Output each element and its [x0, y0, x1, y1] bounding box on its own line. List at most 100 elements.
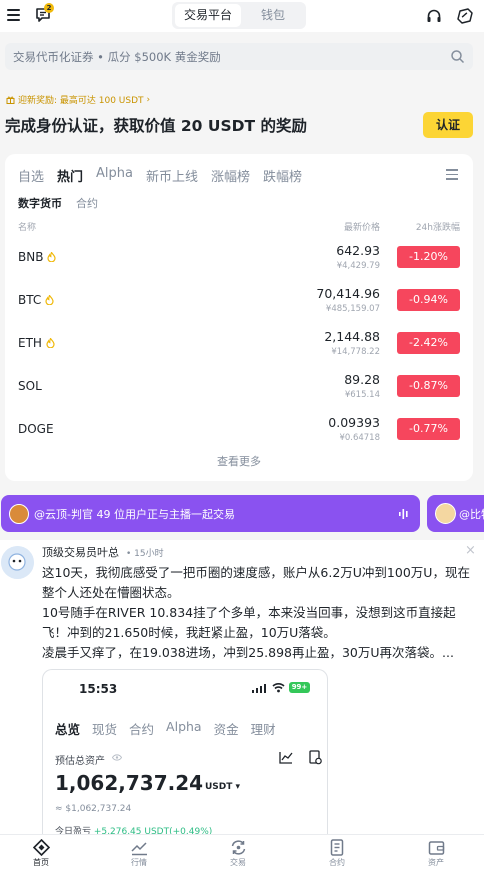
nav-markets[interactable]: 行情 — [119, 839, 159, 868]
welcome-reward-text: 迎新奖励: 最高可达 100 USDT — [18, 96, 144, 106]
market-row[interactable]: BTC 70,414.96 ¥485,159.07 -0.94% — [5, 280, 473, 320]
nav-label: 合约 — [329, 858, 345, 867]
row-price: 89.28 — [344, 372, 380, 387]
futures-icon — [330, 839, 343, 856]
nav-label: 首页 — [33, 858, 49, 867]
row-symbol: DOGE — [18, 422, 54, 436]
live-stream-text: @云顶-判官 49 位用户正与主播一起交易 — [34, 508, 235, 521]
tab-favorites[interactable]: 自选 — [18, 166, 44, 185]
total-assets-value: 1,062,737.24 — [55, 771, 204, 795]
row-symbol: BNB — [18, 250, 44, 264]
hot-flame-icon — [46, 338, 55, 348]
post-body: 这10天，我彻底感受了一把币圈的速度感，账户从6.2万U冲到100万U，现在整个… — [42, 563, 474, 663]
battery-icon: 99+ — [289, 682, 310, 693]
tab-losers[interactable]: 跌幅榜 — [263, 166, 302, 185]
author-avatar[interactable] — [1, 546, 34, 579]
tab-alpha[interactable]: Alpha — [96, 166, 133, 185]
usd-equivalent: ≈ $1,062,737.24 — [55, 804, 132, 814]
row-symbol: ETH — [18, 336, 42, 350]
welcome-reward-link[interactable]: 迎新奖励: 最高可达 100 USDT › — [6, 93, 150, 106]
asset-tab: 资金 — [213, 722, 239, 737]
nav-home[interactable]: 首页 — [21, 839, 61, 868]
tab-gainers[interactable]: 涨幅榜 — [211, 166, 250, 185]
row-fiat-price: ¥615.14 — [344, 390, 380, 400]
top-bar: 2 交易平台 钱包 — [0, 0, 484, 32]
coupon-icon[interactable] — [456, 7, 474, 25]
column-price[interactable]: 最新价格 — [344, 220, 380, 233]
headset-icon[interactable] — [426, 8, 442, 24]
row-change-badge: -1.20% — [397, 246, 460, 268]
kyc-promo-title: 完成身份认证，获取价值 20 USDT 的奖励 — [5, 117, 307, 135]
search-input[interactable] — [13, 43, 443, 70]
market-card: 自选 热门 Alpha 新币上线 涨幅榜 跌幅榜 数字货币 合约 名称 最新价格… — [5, 154, 473, 481]
asset-unit: USDT ▾ — [205, 782, 241, 792]
post-image[interactable]: 15:53 99+ 总览 现货 合约 Alpha 资金 理财 预估总资产 1,0… — [42, 669, 328, 840]
row-fiat-price: ¥0.64718 — [339, 433, 380, 443]
row-price: 2,144.88 — [324, 329, 380, 344]
asset-tab: 总览 — [55, 722, 81, 737]
gift-icon — [6, 96, 15, 104]
streamer-avatar — [9, 504, 29, 524]
row-price: 642.93 — [336, 243, 380, 258]
asset-tab: 现货 — [92, 722, 118, 737]
tab-wallet[interactable]: 钱包 — [244, 4, 302, 27]
tab-exchange[interactable]: 交易平台 — [175, 4, 241, 27]
live-stream-banner[interactable]: @云顶-判官 49 位用户正与主播一起交易 — [1, 495, 420, 532]
feed-post[interactable]: 顶级交易员叶总 • 15小时 × 这10天，我彻底感受了一把币圈的速度感，账户从… — [0, 540, 484, 840]
post-paragraph: 凌晨手又痒了，在19.038进场，冲到25.898再止盈，30万U再次落袋。..… — [42, 645, 454, 660]
market-row[interactable]: ETH 2,144.88 ¥14,778.22 -2.42% — [5, 323, 473, 363]
live-audio-icon — [399, 509, 408, 519]
wifi-icon — [272, 683, 285, 693]
row-fiat-price: ¥14,778.22 — [331, 347, 380, 357]
live-stream-banner-next[interactable]: @比特 — [427, 495, 484, 532]
hot-flame-icon — [45, 295, 54, 305]
list-menu-icon[interactable] — [446, 169, 458, 180]
subtab-futures[interactable]: 合约 — [76, 195, 98, 211]
post-author[interactable]: 顶级交易员叶总 — [42, 544, 119, 560]
nav-assets[interactable]: 资产 — [416, 839, 456, 868]
search-icon[interactable] — [450, 49, 465, 64]
hamburger-menu-icon[interactable] — [7, 9, 20, 21]
bottom-nav: 首页 行情 交易 合约 资产 — [0, 834, 484, 872]
nav-futures[interactable]: 合约 — [317, 839, 357, 868]
platform-switch: 交易平台 钱包 — [172, 2, 306, 29]
records-icon — [309, 750, 322, 765]
market-subtabs: 数字货币 合约 — [18, 195, 98, 211]
see-more-link[interactable]: 查看更多 — [5, 453, 473, 469]
nav-label: 交易 — [230, 858, 246, 867]
row-change-badge: -0.77% — [397, 418, 460, 440]
search-bar[interactable] — [5, 43, 473, 70]
tab-new-listings[interactable]: 新币上线 — [146, 166, 198, 185]
nav-label: 资产 — [428, 858, 444, 867]
asset-tab: 合约 — [129, 722, 155, 737]
market-row[interactable]: SOL 89.28 ¥615.14 -0.87% — [5, 366, 473, 406]
verify-button[interactable]: 认证 — [423, 112, 473, 138]
streamer-avatar — [435, 503, 456, 524]
subtab-crypto[interactable]: 数字货币 — [18, 195, 62, 211]
signal-icon — [252, 684, 266, 693]
row-change-badge: -0.87% — [397, 375, 460, 397]
asset-tab: 理财 — [250, 722, 276, 737]
row-change-badge: -2.42% — [397, 332, 460, 354]
market-row[interactable]: DOGE 0.09393 ¥0.64718 -0.77% — [5, 409, 473, 449]
eye-icon — [112, 754, 122, 761]
asset-tab: Alpha — [166, 719, 202, 734]
asset-tabs: 总览 现货 合约 Alpha 资金 理财 — [55, 719, 276, 738]
home-icon — [32, 839, 50, 856]
market-row[interactable]: BNB 642.93 ¥4,429.79 -1.20% — [5, 237, 473, 277]
column-change[interactable]: 24h涨跌幅 — [416, 220, 460, 233]
nav-trade[interactable]: 交易 — [218, 839, 258, 868]
markets-icon — [130, 842, 147, 856]
post-paragraph: 这10天，我彻底感受了一把币圈的速度感，账户从6.2万U冲到100万U，现在整个… — [42, 565, 470, 600]
notification-badge: 2 — [44, 3, 54, 13]
row-change-badge: -0.94% — [397, 289, 460, 311]
close-icon[interactable]: × — [465, 543, 476, 558]
hot-flame-icon — [47, 252, 57, 262]
post-time: • 15小时 — [126, 549, 164, 559]
tab-hot[interactable]: 热门 — [57, 166, 83, 185]
wallet-icon — [428, 841, 444, 855]
trade-icon — [231, 840, 245, 855]
row-symbol: SOL — [18, 379, 42, 393]
market-tabs: 自选 热门 Alpha 新币上线 涨幅榜 跌幅榜 — [18, 166, 302, 185]
row-fiat-price: ¥4,429.79 — [336, 261, 380, 271]
